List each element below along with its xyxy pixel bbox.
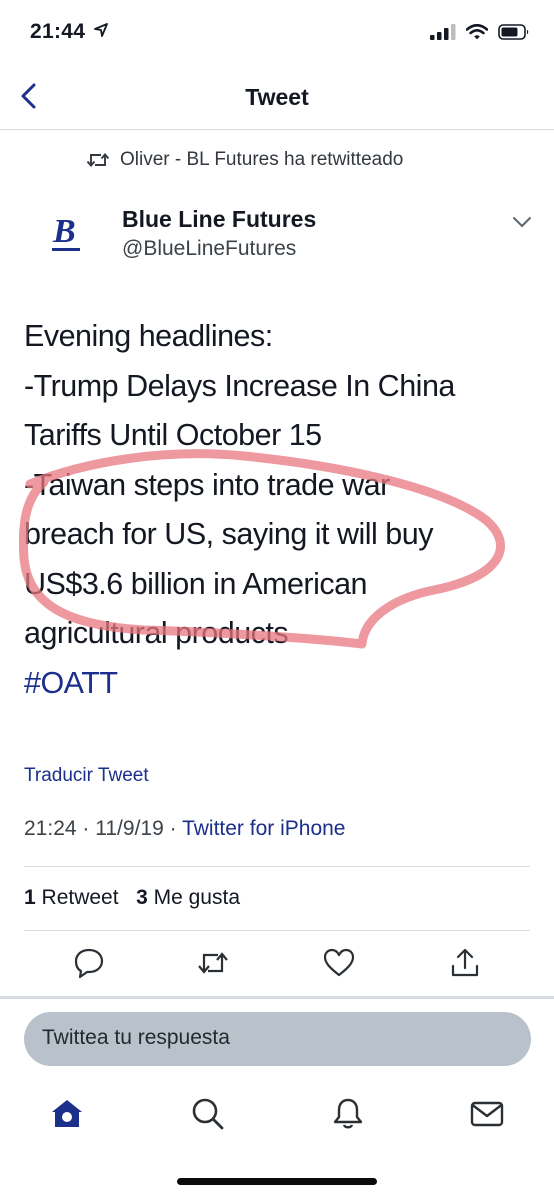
chevron-down-icon[interactable]	[511, 214, 533, 230]
divider	[24, 866, 530, 867]
tweet-line: Tariffs Until October 15	[24, 418, 322, 452]
meta-separator: ·	[82, 817, 90, 840]
like-label: Me gusta	[153, 886, 241, 909]
tweet-meta: 21:24 · 11/9/19 · Twitter for iPhone	[24, 817, 345, 841]
search-icon[interactable]	[190, 1096, 226, 1132]
tweet-line: -Trump Delays Increase In China	[24, 368, 455, 403]
tweet-time: 21:24	[24, 817, 77, 840]
home-icon[interactable]	[49, 1096, 85, 1132]
tweet-date: 11/9/19	[95, 817, 164, 840]
author-name[interactable]: Blue Line Futures	[122, 206, 316, 233]
divider	[24, 930, 530, 931]
like-count-stat[interactable]: 3 Me gusta	[136, 886, 240, 909]
retweet-icon[interactable]	[196, 946, 230, 980]
svg-text:B: B	[52, 213, 76, 250]
page-title: Tweet	[245, 84, 309, 110]
retweet-count-stat[interactable]: 1 Retweet	[24, 886, 119, 909]
reply-placeholder: Twittea tu respuesta	[42, 1026, 230, 1049]
reply-icon[interactable]	[72, 946, 106, 980]
tweet-text: Evening headlines: -Trump Delays Increas…	[24, 312, 539, 708]
nav-divider	[0, 129, 554, 130]
tweet-line: Evening headlines:	[24, 319, 273, 353]
blue-line-logo-icon: B	[52, 213, 80, 251]
retweet-small-icon	[86, 153, 110, 167]
meta-separator: ·	[169, 817, 177, 840]
tweet-line: -Taiwan steps into trade war	[24, 467, 390, 502]
location-arrow-icon	[94, 23, 109, 37]
translate-tweet-link[interactable]: Traducir Tweet	[24, 765, 149, 787]
messages-icon[interactable]	[469, 1096, 505, 1132]
client-link[interactable]: Twitter for iPhone	[182, 817, 345, 840]
wifi-icon	[466, 24, 488, 40]
retweet-context-label: Oliver - BL Futures ha retwitteado	[120, 149, 404, 170]
divider	[0, 996, 554, 999]
tweet-line: breach for US, saying it will buy	[24, 517, 433, 551]
share-icon[interactable]	[448, 946, 482, 980]
author-handle[interactable]: @BlueLineFutures	[122, 237, 296, 261]
status-time: 21:44	[30, 20, 109, 44]
battery-icon	[498, 24, 529, 40]
reply-input[interactable]: Twittea tu respuesta	[24, 1012, 531, 1066]
avatar[interactable]: B	[50, 208, 86, 258]
notifications-icon[interactable]	[330, 1096, 366, 1132]
retweet-context[interactable]: Oliver - BL Futures ha retwitteado	[86, 149, 403, 171]
hashtag-link[interactable]: #OATT	[24, 659, 539, 709]
like-icon[interactable]	[322, 946, 356, 980]
status-indicators	[430, 24, 530, 40]
tweet-line: US$3.6 billion in American	[24, 566, 368, 601]
home-indicator	[177, 1178, 377, 1185]
like-count: 3	[136, 886, 148, 909]
tweet-actions	[0, 946, 554, 982]
status-time-text: 21:44	[30, 20, 86, 43]
retweet-label: Retweet	[41, 886, 119, 909]
cellular-signal-icon	[430, 24, 456, 40]
tweet-line: agricultural products	[24, 616, 289, 650]
retweet-count: 1	[24, 886, 36, 909]
tweet-stats: 1 Retweet 3 Me gusta	[24, 886, 240, 910]
